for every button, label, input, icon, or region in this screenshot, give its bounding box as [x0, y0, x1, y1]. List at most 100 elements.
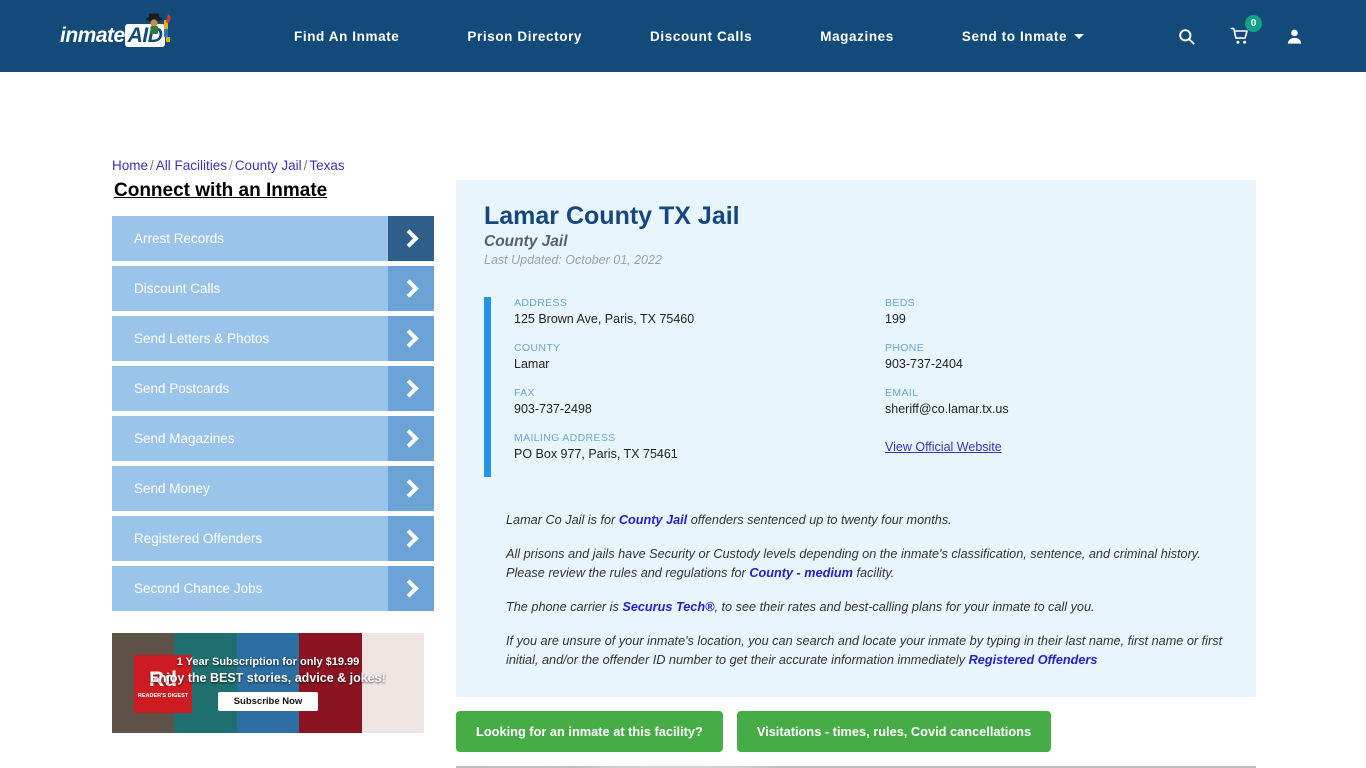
p1-text-a: Lamar Co Jail is for: [506, 513, 619, 527]
ad-subscribe-button[interactable]: Subscribe Now: [217, 691, 319, 711]
detail-email: EMAIL sheriff@co.lamar.tx.us: [885, 387, 1228, 416]
breadcrumb-item-all-facilities[interactable]: All Facilities: [156, 158, 227, 173]
breadcrumb-separator: /: [150, 158, 154, 173]
nav-link-send-to-inmate[interactable]: Send to Inmate: [928, 29, 1118, 44]
cart-icon[interactable]: 0: [1228, 15, 1262, 48]
detail-value: 903-737-2498: [514, 402, 592, 416]
p3-text-b: , to see their rates and best-calling pl…: [714, 600, 1095, 615]
breadcrumb-separator: /: [303, 158, 308, 173]
sidebar-item-send-magazines[interactable]: Send Magazines: [112, 416, 434, 461]
nav-icon-group: 0: [1174, 15, 1306, 48]
chevron-right-icon: [388, 516, 434, 561]
nav-link-discount-calls[interactable]: Discount Calls: [616, 29, 786, 44]
detail-beds: BEDS 199: [885, 297, 1228, 326]
breadcrumb-item-county-jail[interactable]: County Jail: [235, 158, 302, 173]
p3-text-a: The phone carrier is: [506, 600, 623, 615]
search-icon[interactable]: [1174, 24, 1198, 48]
detail-value: sheriff@co.lamar.tx.us: [885, 402, 1009, 416]
content-wrapper: Connect with an Inmate Arrest Records Di…: [112, 180, 1256, 768]
description-paragraph-2: All prisons and jails have Security or C…: [506, 545, 1224, 584]
nav-link-magazines[interactable]: Magazines: [786, 29, 928, 44]
detail-phone: PHONE 903-737-2404: [885, 342, 1228, 371]
detail-label: COUNTY: [514, 342, 561, 354]
description-paragraph-1: Lamar Co Jail is for County Jail offende…: [506, 511, 1224, 531]
sidebar-item-arrest-records[interactable]: Arrest Records: [112, 216, 434, 261]
detail-fax: FAX 903-737-2498: [514, 387, 857, 416]
sidebar-item-label: Registered Offenders: [134, 531, 263, 546]
page-title: Lamar County TX Jail: [484, 202, 740, 230]
detail-value: 125 Brown Ave, Paris, TX 75460: [514, 312, 695, 326]
link-securus-tech[interactable]: Securus Tech®: [622, 600, 714, 614]
detail-label: EMAIL: [885, 387, 919, 399]
ad-subheadline: Enjoy the BEST stories, advice & jokes!: [150, 670, 386, 685]
page-container: Home / All Facilities / County Jail / Texas Co…: [0, 72, 1366, 768]
sidebar-item-registered-offenders[interactable]: Registered Offenders: [112, 516, 434, 561]
detail-value: 199: [885, 312, 906, 326]
breadcrumb-item-texas[interactable]: Texas: [309, 158, 344, 173]
sidebar-item-label: Send Postcards: [134, 381, 230, 396]
cta-button-row: Looking for an inmate at this facility? …: [456, 711, 1256, 753]
chevron-right-icon: [388, 466, 434, 511]
visitations-button[interactable]: Visitations - times, rules, Covid cancel…: [736, 711, 1052, 753]
ad-overlay: 1 Year Subscription for only $19.99 Enjo…: [112, 633, 424, 733]
chevron-right-icon: [388, 266, 434, 311]
sidebar-item-label: Send Letters & Photos: [134, 331, 270, 346]
sidebar-item-label: Send Money: [134, 481, 210, 496]
facility-info-card: Lamar County TX Jail County Jail Last Up…: [456, 180, 1256, 698]
view-official-website-link[interactable]: View Official Website: [885, 440, 1002, 454]
user-account-icon[interactable]: [1282, 24, 1306, 48]
breadcrumb-separator: /: [229, 158, 233, 173]
sidebar-item-send-postcards[interactable]: Send Postcards: [112, 366, 434, 411]
sidebar-item-send-letters-photos[interactable]: Send Letters & Photos: [112, 316, 434, 361]
sidebar-title: Connect with an Inmate: [114, 180, 328, 201]
breadcrumb-item-home[interactable]: Home: [112, 158, 148, 173]
detail-address: ADDRESS 125 Brown Ave, Paris, TX 75460: [514, 297, 857, 326]
detail-value: 903-737-2404: [885, 357, 963, 371]
chevron-right-icon: [388, 416, 434, 461]
nav-links: Find An Inmate Prison Directory Discount…: [260, 29, 1160, 44]
p2-text-b: facility.: [852, 566, 895, 581]
detail-label: BEDS: [885, 297, 915, 309]
detail-label: MAILING ADDRESS: [514, 432, 616, 444]
p1-text-b: offenders sentenced up to twenty four mo…: [687, 513, 952, 527]
sidebar-item-label: Send Magazines: [134, 431, 235, 446]
chevron-right-icon: [388, 216, 434, 261]
detail-value: PO Box 977, Paris, TX 75461: [514, 447, 678, 461]
detail-label: FAX: [514, 387, 535, 399]
facility-details: ADDRESS 125 Brown Ave, Paris, TX 75460 C…: [484, 297, 1228, 477]
details-column-left: ADDRESS 125 Brown Ave, Paris, TX 75460 C…: [514, 297, 857, 477]
details-column-right: BEDS 199 PHONE 903-737-2404 EMAIL sherif…: [857, 297, 1228, 477]
sidebar-item-discount-calls[interactable]: Discount Calls: [112, 266, 434, 311]
looking-for-inmate-button[interactable]: Looking for an inmate at this facility?: [456, 711, 723, 753]
site-logo[interactable]: inmate AID: [60, 13, 180, 56]
sidebar-item-second-chance-jobs[interactable]: Second Chance Jobs: [112, 566, 434, 611]
link-county-medium[interactable]: County - medium: [749, 566, 853, 580]
p4-text-a: If you are unsure of your inmate's locat…: [506, 633, 1223, 668]
sidebar-item-send-money[interactable]: Send Money: [112, 466, 434, 511]
cart-count-badge: 0: [1245, 15, 1262, 32]
chevron-right-icon: [388, 366, 434, 411]
sidebar-item-label: Arrest Records: [134, 231, 225, 246]
facility-description: Lamar Co Jail is for County Jail offende…: [484, 511, 1228, 671]
chevron-right-icon: [388, 316, 434, 361]
sidebar-item-label: Discount Calls: [134, 281, 221, 296]
detail-mailing-address: MAILING ADDRESS PO Box 977, Paris, TX 75…: [514, 432, 857, 461]
inmate-aid-character-icon: [146, 13, 171, 42]
chevron-right-icon: [388, 566, 434, 611]
link-county-jail[interactable]: County Jail: [619, 513, 687, 527]
sidebar: Connect with an Inmate Arrest Records Di…: [112, 180, 434, 768]
breadcrumb: Home / All Facilities / County Jail / Texas: [112, 158, 345, 173]
detail-value: Lamar: [514, 357, 550, 371]
top-navigation-bar: inmate AID Find An Inmate Prison Director…: [0, 0, 1366, 72]
description-paragraph-3: The phone carrier is Securus Tech®, to s…: [506, 598, 1224, 618]
detail-label: PHONE: [885, 342, 925, 354]
nav-link-find-an-inmate[interactable]: Find An Inmate: [260, 29, 433, 44]
sidebar-item-label: Second Chance Jobs: [134, 581, 263, 596]
link-registered-offenders[interactable]: Registered Offenders: [969, 653, 1098, 667]
facility-type: County Jail: [484, 233, 568, 250]
advertisement-banner[interactable]: Rd READER'S DIGEST 1 Year Subscription f…: [112, 633, 424, 733]
description-paragraph-4: If you are unsure of your inmate's locat…: [506, 632, 1224, 671]
nav-link-prison-directory[interactable]: Prison Directory: [433, 29, 616, 44]
last-updated-text: Last Updated: October 01, 2022: [484, 253, 662, 267]
detail-county: COUNTY Lamar: [514, 342, 857, 371]
